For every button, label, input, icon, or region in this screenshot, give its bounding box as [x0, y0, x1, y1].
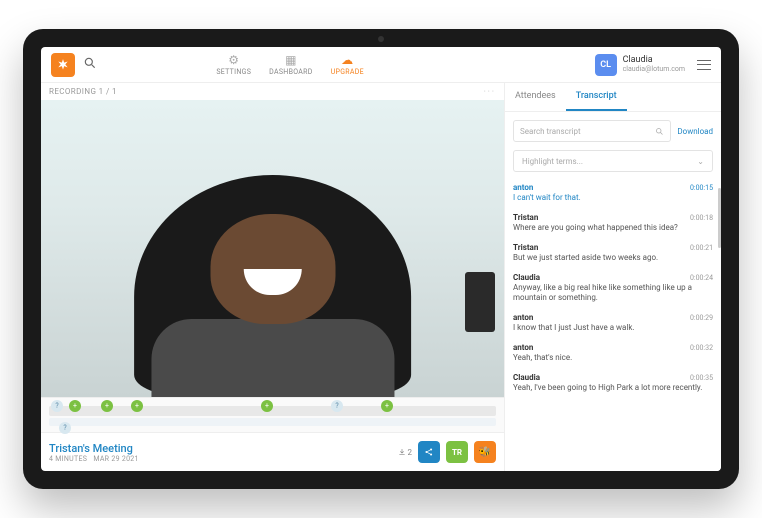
recording-bar: RECORDING 1 / 1 ···	[41, 83, 504, 100]
asterisk-icon	[56, 58, 70, 72]
entry-timestamp[interactable]: 0:00:18	[690, 214, 713, 222]
nav-settings-label: SETTINGS	[216, 68, 251, 76]
meeting-duration: 4 MINUTES	[49, 455, 87, 463]
user-box[interactable]: CL Claudia claudia@lotum.com	[595, 54, 711, 76]
search-icon	[655, 127, 664, 136]
app-logo[interactable]	[51, 53, 75, 77]
entry-speaker: Claudia	[513, 373, 540, 382]
entry-speaker: Tristan	[513, 213, 538, 222]
marker-plus-icon[interactable]: +	[101, 400, 113, 412]
menu-icon[interactable]	[697, 60, 711, 70]
transcript-entry[interactable]: anton 0:00:15I can't wait for that.	[513, 178, 713, 208]
timeline[interactable]: ? + + + + ? + ?	[41, 397, 504, 433]
fireflies-button[interactable]: 🐝	[474, 441, 496, 463]
entry-speaker: anton	[513, 343, 533, 352]
entry-speaker: Claudia	[513, 273, 540, 282]
entry-timestamp[interactable]: 0:00:29	[690, 314, 713, 322]
meta-bar: Tristan's Meeting 4 MINUTES MAR 29 2021 …	[41, 433, 504, 471]
entry-timestamp[interactable]: 0:00:32	[690, 344, 713, 352]
chevron-down-icon: ⌄	[697, 157, 704, 166]
equipment-prop	[465, 272, 495, 332]
nav-dashboard[interactable]: ▦ DASHBOARD	[269, 53, 313, 76]
top-nav: ⚙ SETTINGS ▦ DASHBOARD ☁ UPGRADE	[216, 53, 364, 76]
app-screen: ⚙ SETTINGS ▦ DASHBOARD ☁ UPGRADE CL Clau…	[41, 47, 721, 471]
transcript-entry[interactable]: anton 0:00:32Yeah, that's nice.	[513, 338, 713, 368]
scrollbar[interactable]	[718, 188, 721, 248]
user-email: claudia@lotum.com	[623, 66, 685, 74]
entry-text: Where are you going what happened this i…	[513, 223, 713, 233]
camera-dot	[378, 36, 384, 42]
tab-attendees[interactable]: Attendees	[505, 83, 566, 111]
share-button[interactable]	[418, 441, 440, 463]
avatar: CL	[595, 54, 617, 76]
transcript-list[interactable]: anton 0:00:15I can't wait for that. Trista…	[505, 178, 721, 471]
main-content: RECORDING 1 / 1 ··· ? + +	[41, 83, 721, 471]
entry-text: Yeah, I've been going to High Park a lot…	[513, 383, 713, 393]
tab-transcript[interactable]: Transcript	[566, 83, 627, 111]
more-icon[interactable]: ···	[484, 87, 496, 96]
user-info: Claudia claudia@lotum.com	[623, 56, 685, 74]
transcript-entry[interactable]: Tristan 0:00:21But we just started aside …	[513, 238, 713, 268]
gear-icon: ⚙	[228, 53, 239, 67]
top-bar: ⚙ SETTINGS ▦ DASHBOARD ☁ UPGRADE CL Clau…	[41, 47, 721, 83]
nav-settings[interactable]: ⚙ SETTINGS	[216, 53, 251, 76]
highlight-select[interactable]: Highlight terms... ⌄	[513, 150, 713, 172]
entry-timestamp[interactable]: 0:00:15	[690, 184, 713, 192]
meeting-subtitle: 4 MINUTES MAR 29 2021	[49, 455, 139, 463]
entry-text: But we just started aside two weeks ago.	[513, 253, 713, 263]
panel-tabs: Attendees Transcript	[505, 83, 721, 112]
tr-badge[interactable]: TR	[446, 441, 468, 463]
transcript-entry[interactable]: Claudia 0:00:24Anyway, like a big real hi…	[513, 268, 713, 308]
calendar-icon: ▦	[285, 53, 297, 67]
share-icon	[424, 447, 434, 457]
meta-right: 2 TR 🐝	[398, 441, 497, 463]
nav-upgrade[interactable]: ☁ UPGRADE	[331, 53, 364, 76]
marker-question-icon[interactable]: ?	[59, 422, 71, 434]
meeting-date: MAR 29 2021	[93, 455, 138, 463]
nav-upgrade-label: UPGRADE	[331, 68, 364, 76]
entry-timestamp[interactable]: 0:00:21	[690, 244, 713, 252]
device-frame: ⚙ SETTINGS ▦ DASHBOARD ☁ UPGRADE CL Clau…	[23, 29, 739, 489]
entry-text: Anyway, like a big real hike like someth…	[513, 283, 713, 303]
meeting-title[interactable]: Tristan's Meeting	[49, 442, 139, 455]
transcript-entry[interactable]: anton 0:00:29I know that I just Just have…	[513, 308, 713, 338]
transcript-entry[interactable]: Claudia 0:00:35Yeah, I've been going to H…	[513, 368, 713, 398]
marker-plus-icon[interactable]: +	[381, 400, 393, 412]
meta-left: Tristan's Meeting 4 MINUTES MAR 29 2021	[49, 442, 139, 463]
attendee-chip[interactable]: 2	[398, 448, 413, 457]
right-panel: Attendees Transcript Search transcript D…	[505, 83, 721, 471]
transcript-entry[interactable]: Tristan 0:00:18Where are you going what h…	[513, 208, 713, 238]
entry-text: Yeah, that's nice.	[513, 353, 713, 363]
download-link[interactable]: Download	[677, 127, 713, 136]
search-input[interactable]: Search transcript	[513, 120, 671, 142]
recording-label: RECORDING 1 / 1	[49, 87, 117, 96]
entry-text: I can't wait for that.	[513, 193, 713, 203]
entry-timestamp[interactable]: 0:00:24	[690, 274, 713, 282]
search-icon[interactable]	[83, 56, 97, 74]
marker-plus-icon[interactable]: +	[69, 400, 81, 412]
marker-question-icon[interactable]: ?	[331, 400, 343, 412]
download-icon	[398, 448, 406, 456]
search-placeholder: Search transcript	[520, 127, 581, 136]
marker-plus-icon[interactable]: +	[261, 400, 273, 412]
left-panel: RECORDING 1 / 1 ··· ? + +	[41, 83, 505, 471]
entry-speaker: anton	[513, 313, 533, 322]
nav-dashboard-label: DASHBOARD	[269, 68, 313, 76]
timeline-track-secondary	[49, 418, 496, 426]
entry-text: I know that I just Just have a walk.	[513, 323, 713, 333]
entry-timestamp[interactable]: 0:00:35	[690, 374, 713, 382]
mascot-icon: 🐝	[479, 447, 491, 458]
video-subject	[99, 136, 446, 397]
marker-plus-icon[interactable]: +	[131, 400, 143, 412]
attendee-count: 2	[408, 448, 413, 457]
highlight-placeholder: Highlight terms...	[522, 157, 583, 166]
cloud-up-icon: ☁	[341, 53, 353, 67]
search-row: Search transcript Download	[505, 112, 721, 150]
entry-speaker: anton	[513, 183, 533, 192]
marker-question-icon[interactable]: ?	[51, 400, 63, 412]
video-player[interactable]	[41, 100, 504, 397]
entry-speaker: Tristan	[513, 243, 538, 252]
